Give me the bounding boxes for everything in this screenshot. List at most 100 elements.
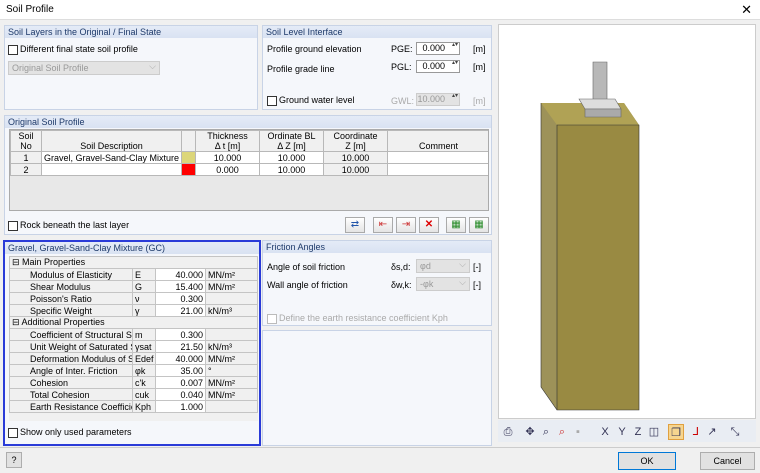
dimension-icon[interactable]: ↗ [704, 424, 720, 440]
collapse-icon[interactable]: ⊟ [12, 317, 22, 327]
description-cell[interactable]: Gravel, Gravel-Sand-Clay Mixture (GC [42, 152, 182, 164]
soil-no-cell[interactable]: 2 [11, 164, 42, 176]
collapse-icon[interactable]: ⊟ [12, 257, 22, 267]
unit: [m] [473, 44, 486, 54]
property-row[interactable]: Cohesionc'k0.007MN/m² [10, 377, 258, 389]
define-kph-checkbox[interactable]: Define the earth resistance coefficient … [267, 313, 448, 324]
view-y-icon[interactable]: Y [614, 424, 630, 440]
insert-row-button[interactable]: ⇤ [373, 217, 393, 233]
property-unit: MN/m² [206, 353, 258, 365]
unit: [m] [473, 62, 486, 72]
delete-row-button[interactable]: ✕ [419, 217, 439, 233]
property-value[interactable]: 0.040 [156, 389, 206, 401]
table-row[interactable]: 20.00010.00010.000 [11, 164, 490, 176]
cancel-button[interactable]: Cancel [700, 452, 755, 470]
footing [579, 99, 621, 109]
property-row[interactable]: Deformation Modulus of SuEdef40.000MN/m² [10, 353, 258, 365]
group-label: Main Properties [22, 257, 85, 267]
soil-friction-label: Angle of soil friction [267, 262, 345, 272]
ordinate-cell[interactable]: 10.000 [260, 152, 324, 164]
view-z-icon[interactable]: Z [630, 424, 646, 440]
measure-icon[interactable]: ▪ [570, 424, 586, 440]
settings-icon[interactable]: ⤡ [727, 424, 743, 440]
property-symbol: Kph [133, 401, 156, 413]
property-row[interactable]: Unit Weight of Saturated Sγsat21.50kN/m³ [10, 341, 258, 353]
panel-title: Soil Level Interface [263, 26, 491, 38]
property-row[interactable]: Specific Weightγ21.00kN/m³ [10, 305, 258, 317]
property-value[interactable]: 40.000 [156, 269, 206, 281]
wall-friction-label: Wall angle of friction [267, 280, 348, 290]
profile-select[interactable]: Original Soil Profile [8, 61, 160, 75]
soil-level-panel: Soil Level Interface Profile ground elev… [262, 25, 492, 110]
import-soil-button[interactable]: ⇄ [345, 217, 365, 233]
show-used-checkbox[interactable]: Show only used parameters [8, 427, 132, 438]
ok-button[interactable]: OK [618, 452, 676, 470]
pge-label: Profile ground elevation [267, 44, 362, 54]
soil-profile-table[interactable]: SoilNo Soil Description ThicknessΔ t [m]… [9, 129, 489, 211]
property-symbol: γ [133, 305, 156, 317]
different-final-state-checkbox[interactable]: Different final state soil profile [8, 44, 138, 55]
gwl-symbol: GWL: [391, 96, 414, 106]
wall-friction-select[interactable]: -φk [416, 277, 470, 291]
comment-cell[interactable] [388, 164, 490, 176]
description-cell[interactable] [42, 164, 182, 176]
property-group-header[interactable]: ⊟ Additional Properties [10, 317, 258, 329]
zoom-all-icon[interactable]: ⌕ [554, 424, 570, 440]
empty-panel [262, 330, 492, 446]
ordinate-cell[interactable]: 10.000 [260, 164, 324, 176]
property-value[interactable]: 0.300 [156, 293, 206, 305]
coordinate-cell[interactable]: 10.000 [324, 164, 388, 176]
import-excel-button[interactable]: ▦ [469, 217, 489, 233]
property-value[interactable]: 0.300 [156, 329, 206, 341]
property-value[interactable]: 15.400 [156, 281, 206, 293]
property-symbol: m [133, 329, 156, 341]
property-name: Earth Resistance Coefficie [10, 401, 133, 413]
group-label: Additional Properties [22, 317, 105, 327]
property-row[interactable]: Modulus of ElasticityE40.000MN/m² [10, 269, 258, 281]
pge-input[interactable]: 0.000 [416, 42, 460, 55]
property-value[interactable]: 40.000 [156, 353, 206, 365]
ground-water-checkbox[interactable]: Ground water level [267, 95, 355, 106]
append-row-button[interactable]: ⇥ [396, 217, 416, 233]
isometric-icon[interactable]: ◫ [646, 424, 662, 440]
zoom-icon[interactable]: ⌕ [538, 424, 554, 440]
thickness-cell[interactable]: 10.000 [196, 152, 260, 164]
property-name: Deformation Modulus of Su [10, 353, 133, 365]
view-x-icon[interactable]: X [597, 424, 613, 440]
thickness-cell[interactable]: 0.000 [196, 164, 260, 176]
coordinate-cell[interactable]: 10.000 [324, 152, 388, 164]
transparency-icon[interactable]: ❐ [668, 424, 684, 440]
properties-table[interactable]: ⊟ Main PropertiesModulus of ElasticityE4… [9, 256, 258, 421]
soil-no-cell[interactable]: 1 [11, 152, 42, 164]
panel-title: Original Soil Profile [5, 116, 491, 128]
color-swatch[interactable] [182, 152, 196, 164]
property-row[interactable]: Angle of Inter. Frictionφk35.00° [10, 365, 258, 377]
property-value[interactable]: 0.007 [156, 377, 206, 389]
header-description: Soil Description [42, 131, 182, 152]
export-excel-button[interactable]: ▦ [446, 217, 466, 233]
property-value[interactable]: 21.00 [156, 305, 206, 317]
comment-cell[interactable] [388, 152, 490, 164]
pgl-input[interactable]: 0.000 [416, 60, 460, 73]
select-icon[interactable]: ✥ [522, 424, 538, 440]
gwl-input[interactable]: 10.000 [416, 93, 460, 106]
color-swatch[interactable] [182, 164, 196, 176]
property-value[interactable]: 35.00 [156, 365, 206, 377]
help-button[interactable]: ? [6, 452, 22, 468]
soil-block-front [557, 125, 639, 410]
rock-beneath-checkbox[interactable]: Rock beneath the last layer [8, 220, 129, 231]
axes-icon[interactable]: ⅃ [688, 424, 704, 440]
property-row[interactable]: Shear ModulusG15.400MN/m² [10, 281, 258, 293]
property-row[interactable]: Total Cohesioncuk0.040MN/m² [10, 389, 258, 401]
3d-view[interactable] [498, 24, 756, 419]
property-row[interactable]: Poisson's Ratioν0.300 [10, 293, 258, 305]
property-value[interactable]: 1.000 [156, 401, 206, 413]
print-icon[interactable]: ⎙ [500, 424, 516, 440]
property-row[interactable]: Earth Resistance CoefficieKph1.000 [10, 401, 258, 413]
table-row[interactable]: 1Gravel, Gravel-Sand-Clay Mixture (GC 10.… [11, 152, 490, 164]
close-icon[interactable]: ✕ [741, 2, 752, 18]
property-group-header[interactable]: ⊟ Main Properties [10, 257, 258, 269]
property-value[interactable]: 21.50 [156, 341, 206, 353]
property-row[interactable]: Coefficient of Structural Strm0.300 [10, 329, 258, 341]
soil-friction-select[interactable]: φd [416, 259, 470, 273]
